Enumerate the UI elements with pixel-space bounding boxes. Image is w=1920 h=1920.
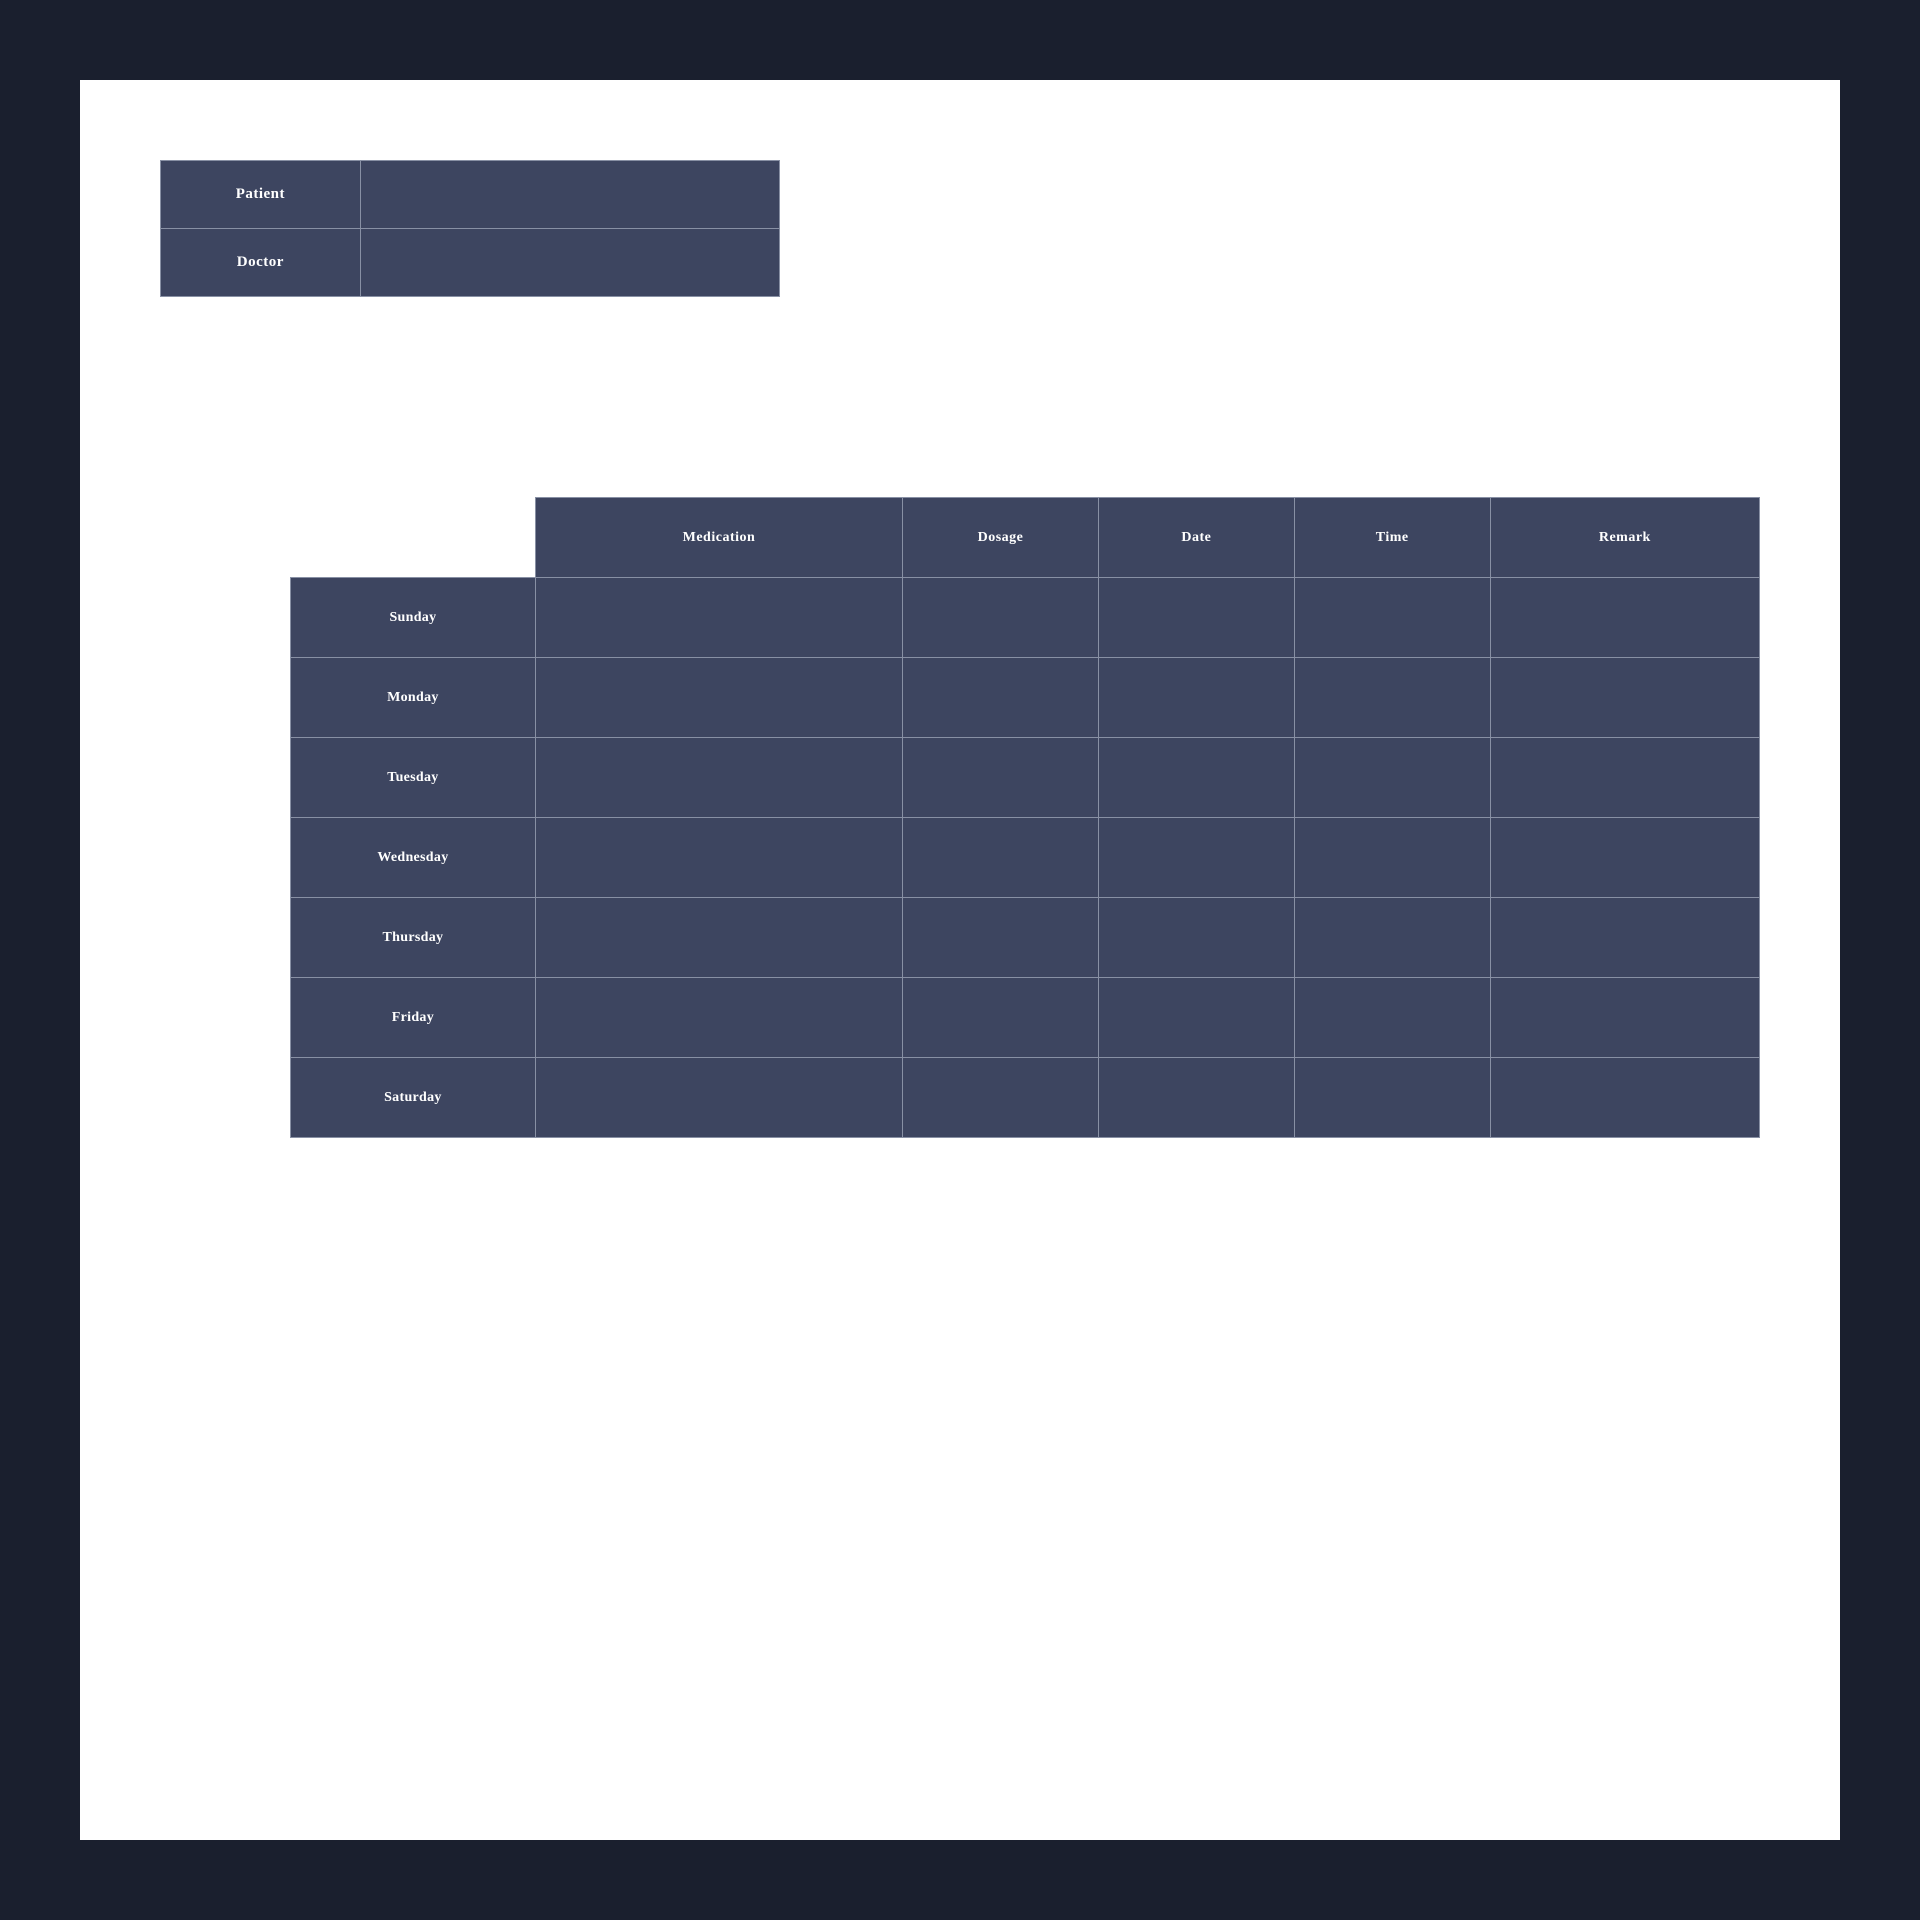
doctor-row: Doctor [161,229,780,297]
page-container: Patient Doctor Medication Dosage Date Ti… [80,80,1840,1840]
tuesday-date-cell[interactable] [1098,738,1294,818]
col-header-date: Date [1098,498,1294,578]
patient-row: Patient [161,161,780,229]
tuesday-medication-cell[interactable] [535,738,902,818]
col-header-time: Time [1294,498,1490,578]
schedule-wrapper: Medication Dosage Date Time Remark Sunda… [290,497,1760,1138]
schedule-row: Saturday [291,1058,1760,1138]
thursday-time-cell[interactable] [1294,898,1490,978]
thursday-dosage-cell[interactable] [903,898,1099,978]
wednesday-remark-cell[interactable] [1490,818,1759,898]
tuesday-dosage-cell[interactable] [903,738,1099,818]
day-cell-sunday: Sunday [291,578,536,658]
sunday-remark-cell[interactable] [1490,578,1759,658]
day-cell-friday: Friday [291,978,536,1058]
tuesday-remark-cell[interactable] [1490,738,1759,818]
header-row: Medication Dosage Date Time Remark [291,498,1760,578]
schedule-row: Sunday [291,578,1760,658]
info-table: Patient Doctor [160,160,780,297]
schedule-row: Tuesday [291,738,1760,818]
wednesday-time-cell[interactable] [1294,818,1490,898]
monday-dosage-cell[interactable] [903,658,1099,738]
col-header-medication: Medication [535,498,902,578]
schedule-row: Monday [291,658,1760,738]
doctor-value[interactable] [360,229,779,297]
monday-date-cell[interactable] [1098,658,1294,738]
sunday-time-cell[interactable] [1294,578,1490,658]
monday-remark-cell[interactable] [1490,658,1759,738]
day-cell-saturday: Saturday [291,1058,536,1138]
patient-label: Patient [161,161,361,229]
saturday-time-cell[interactable] [1294,1058,1490,1138]
monday-medication-cell[interactable] [535,658,902,738]
corner-spacer [291,498,536,578]
thursday-date-cell[interactable] [1098,898,1294,978]
sunday-dosage-cell[interactable] [903,578,1099,658]
wednesday-dosage-cell[interactable] [903,818,1099,898]
doctor-label: Doctor [161,229,361,297]
day-cell-monday: Monday [291,658,536,738]
patient-value[interactable] [360,161,779,229]
wednesday-date-cell[interactable] [1098,818,1294,898]
thursday-medication-cell[interactable] [535,898,902,978]
saturday-date-cell[interactable] [1098,1058,1294,1138]
sunday-medication-cell[interactable] [535,578,902,658]
col-header-dosage: Dosage [903,498,1099,578]
schedule-row: Thursday [291,898,1760,978]
friday-remark-cell[interactable] [1490,978,1759,1058]
day-cell-wednesday: Wednesday [291,818,536,898]
day-cell-thursday: Thursday [291,898,536,978]
saturday-dosage-cell[interactable] [903,1058,1099,1138]
friday-medication-cell[interactable] [535,978,902,1058]
schedule-table: Medication Dosage Date Time Remark Sunda… [290,497,1760,1138]
col-header-remark: Remark [1490,498,1759,578]
friday-time-cell[interactable] [1294,978,1490,1058]
thursday-remark-cell[interactable] [1490,898,1759,978]
schedule-row: Friday [291,978,1760,1058]
saturday-medication-cell[interactable] [535,1058,902,1138]
monday-time-cell[interactable] [1294,658,1490,738]
friday-dosage-cell[interactable] [903,978,1099,1058]
day-cell-tuesday: Tuesday [291,738,536,818]
tuesday-time-cell[interactable] [1294,738,1490,818]
saturday-remark-cell[interactable] [1490,1058,1759,1138]
sunday-date-cell[interactable] [1098,578,1294,658]
schedule-row: Wednesday [291,818,1760,898]
wednesday-medication-cell[interactable] [535,818,902,898]
friday-date-cell[interactable] [1098,978,1294,1058]
